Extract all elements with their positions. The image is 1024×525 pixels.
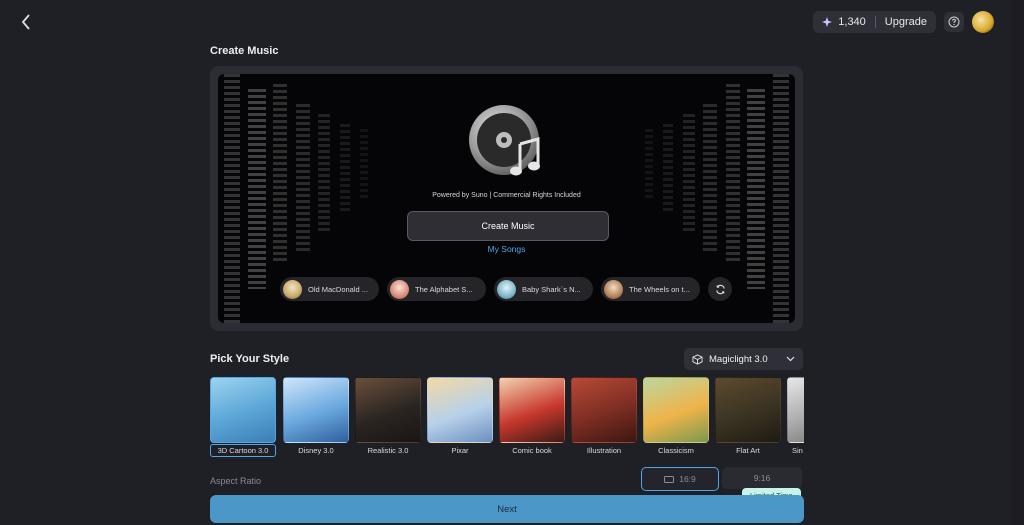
landscape-icon <box>664 475 675 483</box>
scrollbar[interactable] <box>1012 0 1024 525</box>
style-label: Pixar <box>451 446 469 455</box>
song-title: The Alphabet S... <box>415 284 473 294</box>
style-thumbnail <box>427 377 493 443</box>
credits-value: 1,340 <box>838 16 866 28</box>
style-card-illustration[interactable]: Illustration <box>571 377 637 455</box>
credits-upgrade-button[interactable]: 1,340 Upgrade <box>813 11 936 33</box>
style-label: Sin <box>792 446 803 455</box>
song-title: The Wheels on t... <box>629 284 690 294</box>
song-title: Old MacDonald ... <box>308 284 369 294</box>
song-thumbnail <box>497 279 516 299</box>
next-button[interactable]: Next <box>210 495 804 523</box>
music-disc-icon <box>469 105 540 176</box>
style-label: 3D Cartoon 3.0 <box>210 444 276 457</box>
my-songs-link[interactable]: My Songs <box>218 244 795 254</box>
song-thumbnail <box>390 279 409 299</box>
song-chip[interactable]: Baby Shark`s N... <box>494 277 593 301</box>
style-thumbnail <box>210 377 276 443</box>
aspect-option-label: 16:9 <box>679 474 696 484</box>
style-label: Disney 3.0 <box>298 446 334 455</box>
style-carousel: 3D Cartoon 3.0 Disney 3.0 Realistic 3.0 … <box>210 377 804 457</box>
model-select[interactable]: Magiclight 3.0 <box>684 348 803 370</box>
style-label: Realistic 3.0 <box>367 446 409 455</box>
style-thumbnail <box>283 377 349 443</box>
aspect-ratio-label: Aspect Ratio <box>210 476 262 486</box>
create-music-button[interactable]: Create Music <box>407 211 609 241</box>
style-label: Flat Art <box>736 446 760 455</box>
style-card-comic-book[interactable]: Comic book <box>499 377 565 455</box>
top-right-toolbar: 1,340 Upgrade <box>813 11 994 33</box>
style-thumbnail <box>715 377 781 443</box>
music-banner: Powered by Suno | Commercial Rights Incl… <box>218 74 795 323</box>
refresh-icon <box>715 284 725 294</box>
song-thumbnail <box>283 279 302 299</box>
song-chip[interactable]: The Wheels on t... <box>601 277 700 301</box>
aspect-option-label: 9:16 <box>753 473 771 483</box>
refresh-suggestions-button[interactable] <box>708 277 732 301</box>
create-music-card: Powered by Suno | Commercial Rights Incl… <box>210 66 803 331</box>
style-thumbnail <box>787 377 804 443</box>
style-card-realistic[interactable]: Realistic 3.0 <box>355 377 421 455</box>
model-label: Magiclight 3.0 <box>709 353 768 365</box>
help-button[interactable] <box>944 12 964 32</box>
style-card-disney[interactable]: Disney 3.0 <box>283 377 349 455</box>
style-label: Illustration <box>586 446 622 455</box>
song-chip[interactable]: Old MacDonald ... <box>280 277 379 301</box>
diamond-icon <box>822 17 833 27</box>
aspect-16-9-option[interactable]: 16:9 <box>641 467 719 491</box>
help-icon <box>948 16 960 28</box>
chevron-left-icon <box>21 14 30 30</box>
style-card-classicism[interactable]: Classicism <box>643 377 709 455</box>
style-card-3d-cartoon[interactable]: 3D Cartoon 3.0 <box>210 377 276 457</box>
chevron-down-icon <box>786 356 795 362</box>
song-thumbnail <box>604 279 623 299</box>
avatar[interactable] <box>972 11 994 33</box>
style-label: Classicism <box>658 446 694 455</box>
create-music-heading: Create Music <box>210 45 279 57</box>
pick-style-heading: Pick Your Style <box>210 353 290 365</box>
song-suggestions: Old MacDonald ... The Alphabet S... Baby… <box>280 277 732 301</box>
song-chip[interactable]: The Alphabet S... <box>387 277 486 301</box>
song-title: Baby Shark`s N... <box>522 284 581 294</box>
back-button[interactable] <box>16 12 36 32</box>
style-thumbnail <box>643 377 709 443</box>
cube-icon <box>692 353 703 365</box>
style-label: Comic book <box>512 446 552 455</box>
powered-by-text: Powered by Suno | Commercial Rights Incl… <box>432 192 581 199</box>
style-card-pixar[interactable]: Pixar <box>427 377 493 455</box>
style-thumbnail <box>571 377 637 443</box>
aspect-9-16-option[interactable]: 9:16 <box>722 467 802 489</box>
style-card-partial[interactable]: Sin <box>787 377 804 455</box>
style-thumbnail <box>355 377 421 443</box>
style-thumbnail <box>499 377 565 443</box>
style-card-flat-art[interactable]: Flat Art <box>715 377 781 455</box>
upgrade-label: Upgrade <box>884 16 927 28</box>
divider <box>874 16 876 28</box>
